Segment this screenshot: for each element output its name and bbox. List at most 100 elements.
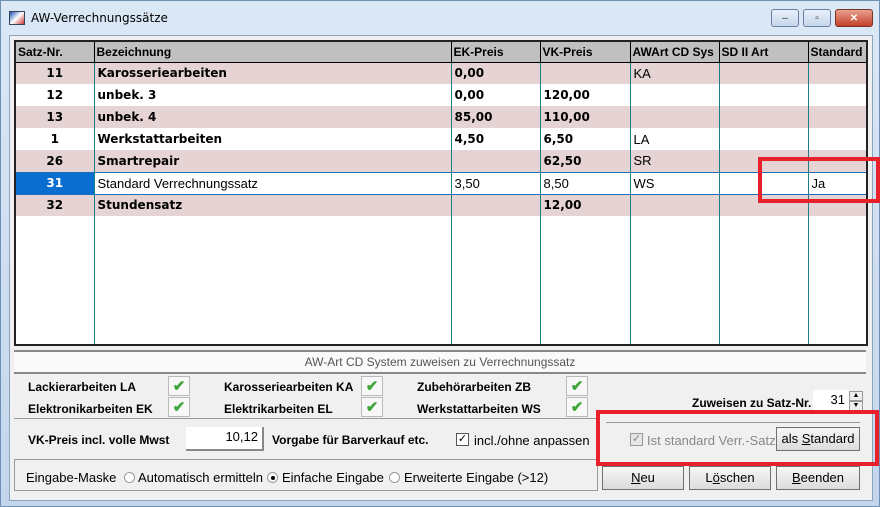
check-la-icon[interactable]: ✔ (168, 376, 190, 396)
col-header-satz[interactable]: Satz-Nr. (16, 42, 95, 63)
cell-awart[interactable] (630, 194, 720, 216)
table-row[interactable]: 11 Karosseriearbeiten 0,00 KA (16, 62, 866, 84)
col-header-sd[interactable]: SD II Art (719, 42, 809, 63)
cell-std[interactable] (808, 84, 866, 106)
cell-bez[interactable]: Werkstattarbeiten (94, 128, 452, 150)
cell-satz[interactable]: 12 (16, 84, 95, 106)
cell-sd[interactable] (719, 62, 809, 84)
cell-satz[interactable]: 1 (16, 128, 95, 150)
radio-erweitert-label[interactable]: Erweiterte Eingabe (>12) (404, 470, 548, 485)
table-row[interactable]: 32 Stundensatz 12,00 (16, 194, 866, 216)
cell-awart[interactable] (630, 106, 720, 128)
cell-bez[interactable]: Stundensatz (94, 194, 452, 216)
cell-ek[interactable]: 0,00 (451, 62, 541, 84)
col-header-standard[interactable]: Standard (808, 42, 866, 63)
cell-awart[interactable] (630, 84, 720, 106)
check-ek-icon[interactable]: ✔ (168, 397, 190, 417)
check-ws-icon[interactable]: ✔ (566, 397, 588, 417)
cell-bez[interactable]: Smartrepair (94, 150, 452, 172)
check-zb-icon[interactable]: ✔ (566, 376, 588, 396)
cell-satz[interactable]: 11 (16, 62, 95, 84)
check-el-icon[interactable]: ✔ (361, 397, 383, 417)
btn-hotkey: B (791, 470, 801, 485)
vk-price-input[interactable]: 10,12 (186, 427, 264, 451)
rates-grid[interactable]: Satz-Nr. Bezeichnung EK-Preis VK-Preis A… (14, 40, 868, 346)
empty-cell (16, 216, 95, 344)
cell-awart[interactable]: LA (630, 128, 720, 150)
cell-vk[interactable] (540, 62, 631, 84)
btn-hotkey: ö (712, 470, 720, 485)
empty-cell (719, 216, 809, 344)
radio-auto[interactable] (124, 472, 135, 483)
vk-price-label: VK-Preis incl. volle Mwst (28, 433, 170, 447)
cat-label-ws: Werkstattarbeiten WS (417, 402, 541, 416)
table-row[interactable]: 1 Werkstattarbeiten 4,50 6,50 LA (16, 128, 866, 150)
cell-sd[interactable] (719, 84, 809, 106)
cell-vk[interactable]: 8,50 (540, 171, 631, 195)
empty-cell (630, 216, 720, 344)
cell-vk[interactable]: 120,00 (540, 84, 631, 106)
window: AW-Verrechnungssätze – ▫ ✕ Satz-Nr. Beze… (0, 0, 880, 507)
mask-label: Eingabe-Maske (26, 470, 117, 485)
radio-erweitert[interactable] (389, 472, 400, 483)
table-row[interactable]: 12 unbek. 3 0,00 120,00 (16, 84, 866, 106)
separator (14, 418, 598, 419)
spin-up-button[interactable]: ▲ (849, 391, 863, 401)
assign-satz-input[interactable]: 31 (813, 390, 849, 410)
cell-ek[interactable]: 4,50 (451, 128, 541, 150)
incl-label: incl./ohne anpassen (474, 433, 590, 448)
cat-label-ka: Karosseriearbeiten KA (224, 380, 354, 394)
cell-std[interactable] (808, 106, 866, 128)
beenden-button[interactable]: Beenden (776, 466, 860, 490)
cell-sd[interactable] (719, 106, 809, 128)
col-header-awart[interactable]: AWArt CD Sys (630, 42, 720, 63)
col-header-bezeichnung[interactable]: Bezeichnung (94, 42, 452, 63)
cell-satz[interactable]: 26 (16, 150, 95, 172)
cell-satz[interactable]: 32 (16, 194, 95, 216)
vorgabe-label: Vorgabe für Barverkauf etc. (272, 433, 429, 447)
radio-einfach[interactable] (267, 472, 278, 483)
minimize-button[interactable]: – (771, 9, 799, 27)
neu-button[interactable]: Neu (602, 466, 684, 490)
col-header-ek[interactable]: EK-Preis (451, 42, 541, 63)
close-button[interactable]: ✕ (835, 9, 873, 27)
loeschen-button[interactable]: Löschen (689, 466, 771, 490)
cell-ek[interactable]: 85,00 (451, 106, 541, 128)
maximize-button[interactable]: ▫ (803, 9, 831, 27)
cell-ek[interactable] (451, 194, 541, 216)
cell-std[interactable] (808, 128, 866, 150)
cell-std[interactable] (808, 62, 866, 84)
cell-bez[interactable]: Karosseriearbeiten (94, 62, 452, 84)
cell-vk[interactable]: 110,00 (540, 106, 631, 128)
table-row[interactable]: 13 unbek. 4 85,00 110,00 (16, 106, 866, 128)
table-row[interactable]: 26 Smartrepair 62,50 SR (16, 150, 866, 172)
annotation-highlight (596, 410, 879, 466)
incl-checkbox[interactable]: ✓ (456, 433, 469, 446)
cell-satz[interactable]: 13 (16, 106, 95, 128)
cell-ek[interactable] (451, 150, 541, 172)
radio-auto-label[interactable]: Automatisch ermitteln (138, 470, 263, 485)
cell-vk[interactable]: 62,50 (540, 150, 631, 172)
cell-sd[interactable] (719, 128, 809, 150)
title-bar: AW-Verrechnungssätze – ▫ ✕ (1, 1, 879, 35)
check-ka-icon[interactable]: ✔ (361, 376, 383, 396)
cell-vk[interactable]: 12,00 (540, 194, 631, 216)
annotation-highlight (758, 157, 880, 203)
radio-einfach-label[interactable]: Einfache Eingabe (282, 470, 384, 485)
cell-bez[interactable]: unbek. 4 (94, 106, 452, 128)
cell-bez[interactable]: unbek. 3 (94, 84, 452, 106)
cell-ek[interactable]: 3,50 (451, 171, 541, 195)
col-header-vk[interactable]: VK-Preis (540, 42, 631, 63)
table-row[interactable]: 31 Standard Verrechnungssatz 3,50 8,50 WS Ja (16, 171, 866, 195)
cell-bez[interactable]: Standard Verrechnungssatz (94, 171, 452, 195)
cell-ek[interactable]: 0,00 (451, 84, 541, 106)
cell-vk[interactable]: 6,50 (540, 128, 631, 150)
cell-satz[interactable]: 31 (16, 171, 95, 195)
cat-label-ek: Elektronikarbeiten EK (28, 402, 153, 416)
cell-awart[interactable]: KA (630, 62, 720, 84)
cell-awart[interactable]: SR (630, 150, 720, 172)
assign-section-header: AW-Art CD System zuweisen zu Verrechnung… (14, 350, 866, 374)
header-row: Satz-Nr. Bezeichnung EK-Preis VK-Preis A… (16, 42, 866, 63)
assign-satz-label: Zuweisen zu Satz-Nr. (692, 396, 812, 410)
cell-awart[interactable]: WS (630, 171, 720, 195)
